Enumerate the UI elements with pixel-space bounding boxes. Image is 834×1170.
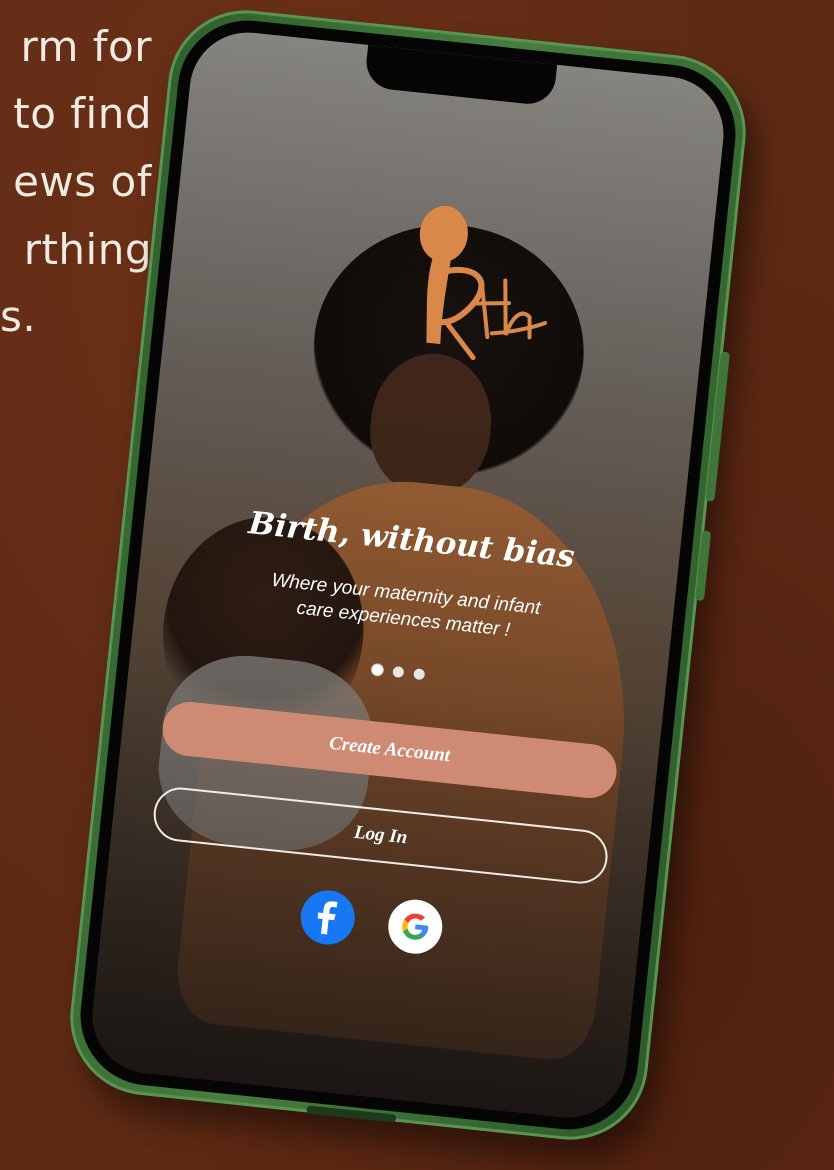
carousel-dot[interactable] (412, 668, 425, 681)
carousel-dot[interactable] (391, 665, 404, 679)
google-icon[interactable] (385, 897, 445, 957)
app-screen: Birth, without bias Where your maternity… (86, 26, 730, 1124)
marketing-copy: rm for to find ews of rthing s. (0, 24, 152, 354)
marketing-copy-line: ews of (13, 157, 152, 206)
marketing-copy-line: rm for (20, 24, 152, 71)
marketing-copy-line: to find (13, 89, 152, 138)
marketing-copy-line: s. (0, 292, 37, 341)
facebook-glyph (317, 901, 338, 935)
facebook-icon[interactable] (298, 887, 358, 948)
app-logo (389, 200, 558, 405)
carousel-dot-active[interactable] (370, 663, 383, 676)
app-logo-mark (419, 205, 548, 361)
phone-mockup: Birth, without bias Where your maternity… (62, 2, 754, 1148)
marketing-copy-line: rthing (23, 225, 152, 274)
google-glyph (402, 913, 429, 940)
